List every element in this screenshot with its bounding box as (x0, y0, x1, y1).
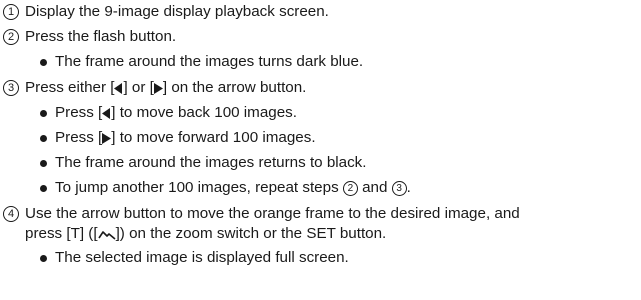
step-3-bullet-2: Press [ ] to move forward 100 images. (55, 129, 316, 147)
step-3-bullet-1-pre: Press [ (55, 104, 103, 121)
bullet-dot (40, 160, 47, 167)
step-1-text: Display the 9-image display playback scr… (25, 3, 329, 20)
zoom-tele-icon (97, 231, 116, 240)
right-triangle-icon (102, 133, 112, 144)
left-triangle-icon (102, 108, 111, 119)
step-ref-2: 2 (342, 181, 358, 196)
step-number-4: 4 (3, 206, 19, 222)
step-3-text-pre: Press either [ (25, 79, 115, 96)
step-3-text-mid: ] or [ (123, 79, 154, 96)
step-number-1: 1 (3, 4, 19, 20)
step-3-bullet-4: To jump another 100 images, repeat steps… (55, 179, 411, 197)
instruction-document: 1 Display the 9-image display playback s… (0, 0, 641, 300)
bullet-dot (40, 185, 47, 192)
step-ref-3: 3 (391, 181, 407, 196)
step-number-3: 3 (3, 80, 19, 96)
step-3-bullet-2-pre: Press [ (55, 129, 103, 146)
step-4-line-2-post: ]) on the zoom switch or the SET button. (115, 225, 387, 242)
step-4-bullet-1: The selected image is displayed full scr… (55, 249, 349, 266)
step-2-text: Press the flash button. (25, 28, 177, 45)
step-3-text: Press either [ ] or [ ] on the arrow butto… (25, 79, 306, 97)
step-3-bullet-4-mid: and (357, 179, 392, 196)
step-3-text-post: ] on the arrow button. (162, 79, 307, 96)
bullet-dot (40, 135, 47, 142)
step-3-bullet-3: The frame around the images returns to b… (55, 154, 367, 171)
step-3-bullet-1-post: ] to move back 100 images. (111, 104, 297, 121)
step-4-line-1: Use the arrow button to move the orange … (25, 205, 520, 222)
right-triangle-icon (153, 83, 163, 94)
step-4-line-2: press [T] ([ ]) on the zoom switch or the… (25, 225, 386, 243)
step-4-line-2-pre: press [T] ([ (25, 225, 98, 242)
bullet-dot (40, 110, 47, 117)
step-2-bullet-1: The frame around the images turns dark b… (55, 53, 364, 70)
bullet-dot (40, 59, 47, 66)
step-3-bullet-2-post: ] to move forward 100 images. (111, 129, 316, 146)
step-number-2: 2 (3, 29, 19, 45)
step-3-bullet-1: Press [ ] to move back 100 images. (55, 104, 297, 122)
step-3-bullet-4-pre: To jump another 100 images, repeat steps (55, 179, 343, 196)
step-3-bullet-4-post: . (406, 179, 411, 196)
bullet-dot (40, 255, 47, 262)
